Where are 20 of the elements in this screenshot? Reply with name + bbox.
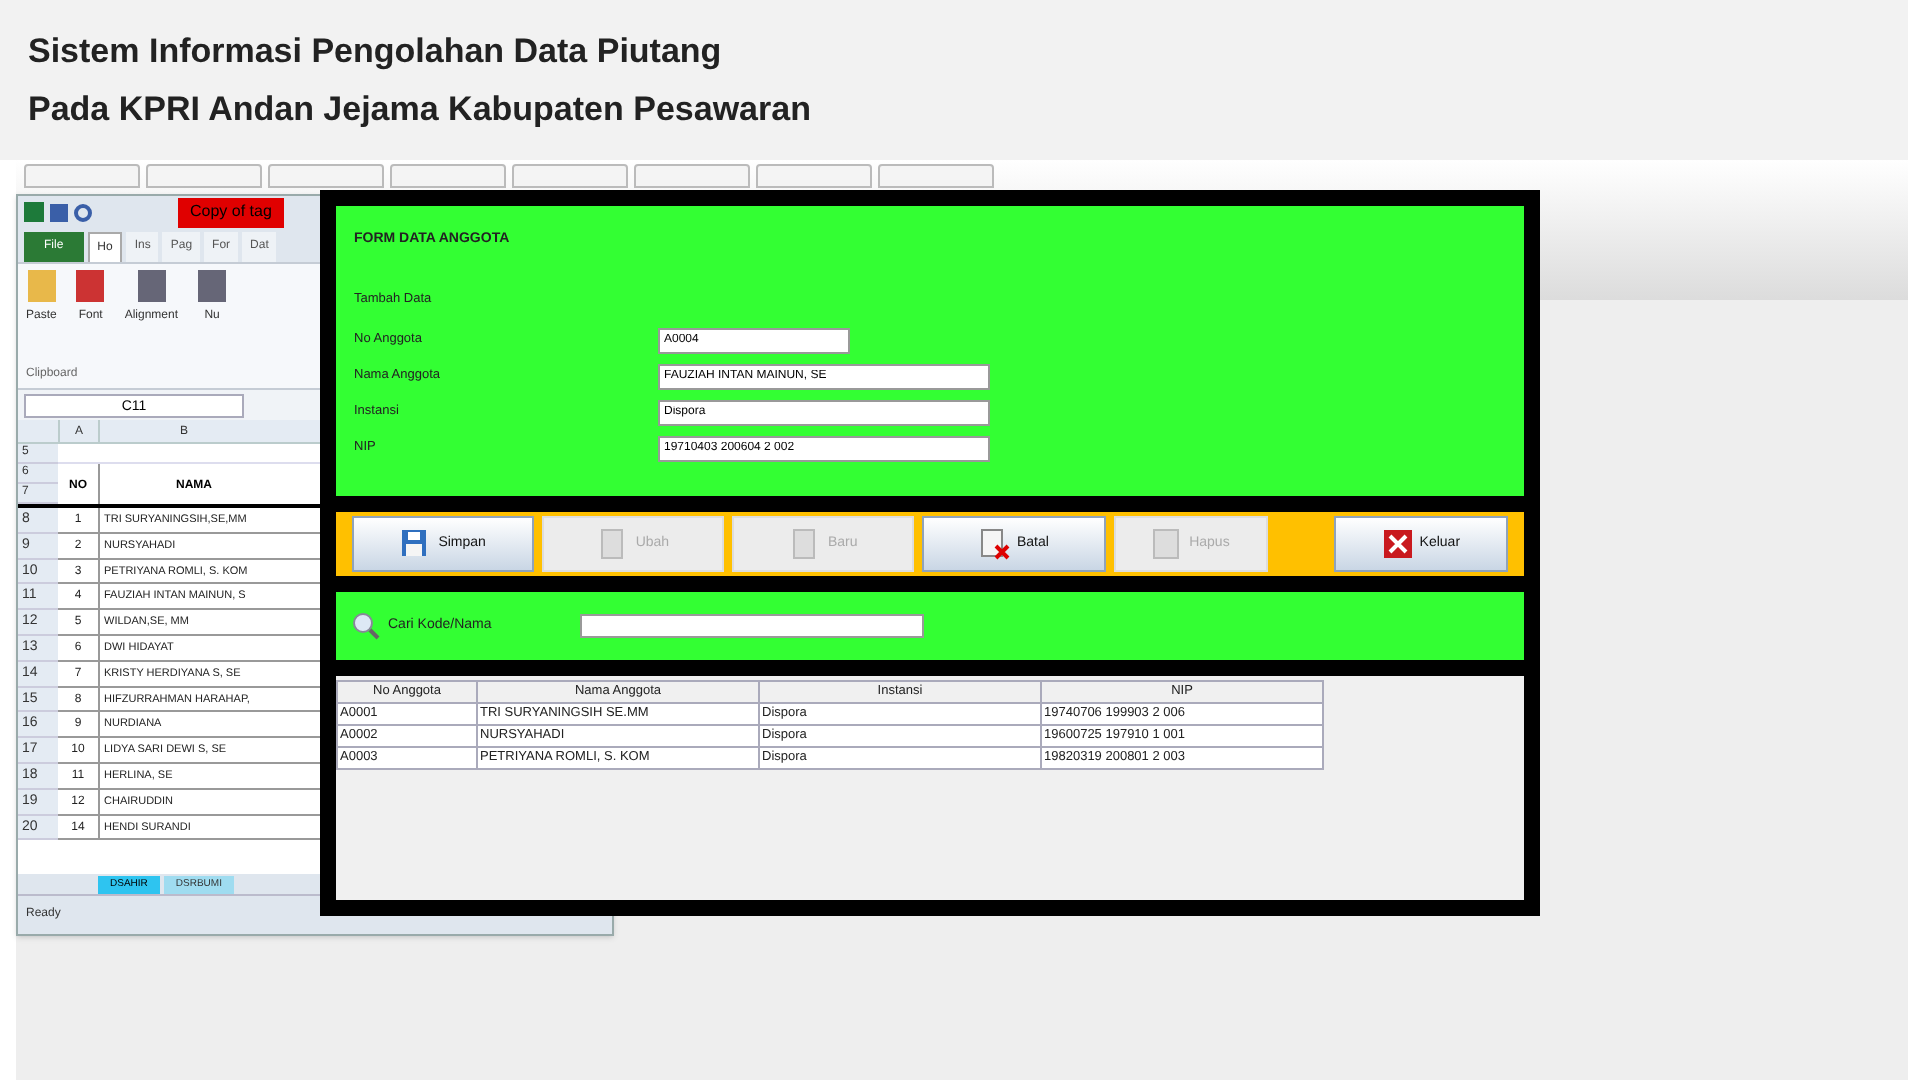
search-icon [352, 612, 380, 640]
window-thumbnail[interactable] [634, 164, 750, 188]
window-thumbnail[interactable] [390, 164, 506, 188]
close-icon [1381, 528, 1414, 560]
window-thumbnail[interactable] [24, 164, 140, 188]
window-thumbnail[interactable] [756, 164, 872, 188]
ribbon-icon[interactable] [76, 270, 105, 302]
window-thumbnail[interactable] [146, 164, 262, 188]
ribbon-icon[interactable] [198, 270, 227, 302]
document-cross-icon [979, 528, 1011, 560]
window-thumbnail[interactable] [512, 164, 628, 188]
title-bar-label: Copy of tag [178, 197, 284, 227]
app-icon [24, 202, 44, 222]
app-title: Sistem Informasi Pengolahan Data Piutang [28, 34, 724, 68]
window-thumbnail[interactable] [268, 164, 384, 188]
app-subtitle: Pada KPRI Andan Jejama Kabupaten Pesawaran [28, 92, 813, 126]
search-field[interactable] [580, 614, 924, 638]
window-thumbnail[interactable] [878, 164, 994, 188]
ribbon-icon[interactable] [137, 270, 166, 302]
document-icon [1151, 528, 1184, 560]
